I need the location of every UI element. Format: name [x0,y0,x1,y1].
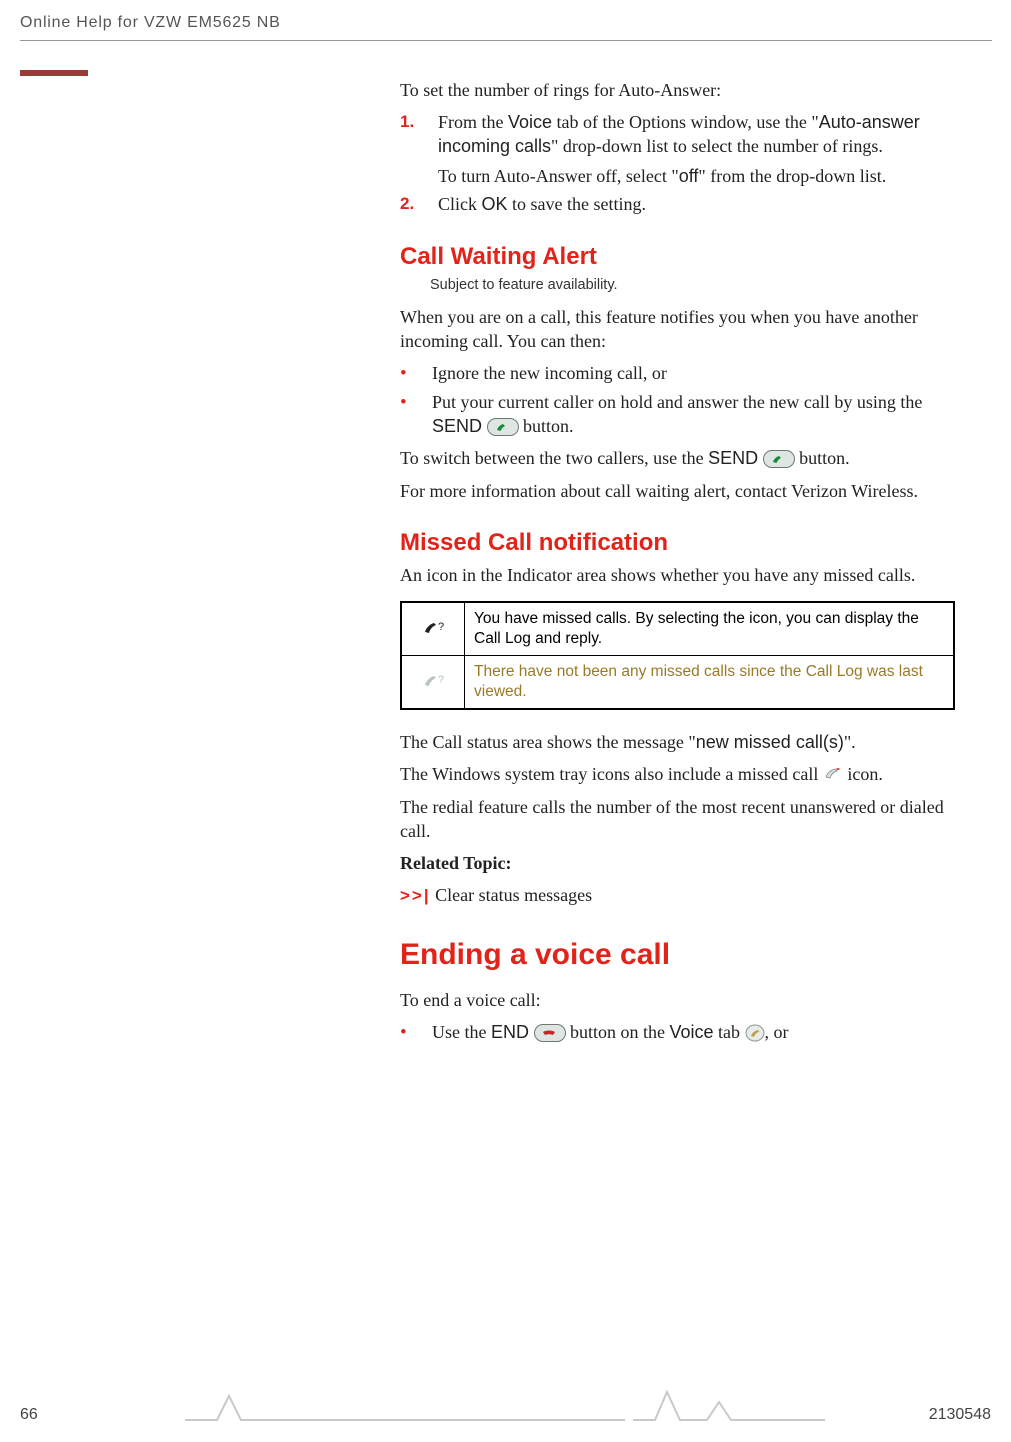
end-b1b: button on the [566,1022,670,1042]
mc-para-1: An icon in the Indicator area shows whet… [400,563,970,587]
doc-number: 2130548 [929,1406,991,1424]
end-para-1: To end a voice call: [400,988,970,1012]
left-accent-bar [20,70,88,76]
cw-bullet-2b: button. [519,416,574,436]
missed-call-dim-icon: ? [411,672,455,692]
end-bullet-1: • Use the END button on the Voice tab , … [400,1020,970,1045]
call-waiting-subnote: Subject to feature availability. [430,277,970,293]
step-1-text-a: From the [438,112,508,132]
step-2-number: 2. [400,192,438,216]
link-arrow-icon: >>| [400,886,431,905]
bullet-icon: • [400,1020,432,1045]
related-link[interactable]: >>| Clear status messages [400,883,970,908]
mc-para-3: The Windows system tray icons also inclu… [400,762,970,786]
cw-bullet-2: • Put your current caller on hold and an… [400,390,970,438]
bullet-icon: • [400,390,432,438]
page-number: 66 [20,1406,38,1424]
main-content: To set the number of rings for Auto-Answ… [400,78,970,1053]
step-1-indent-b: " from the drop-down list. [698,166,886,186]
send-label: SEND [432,416,482,436]
ending-call-heading: Ending a voice call [400,938,970,972]
cw-p2b: button. [795,448,850,468]
voice-tab-icon [745,1022,765,1042]
send-button-icon [763,450,795,468]
tray-missed-call-icon [823,764,843,784]
end-button-icon [534,1024,566,1042]
mc-p3a: The Windows system tray icons also inclu… [400,764,823,784]
end-label: END [491,1022,529,1042]
svg-text:?: ? [438,674,444,686]
send-label-2: SEND [708,448,758,468]
call-waiting-heading: Call Waiting Alert [400,243,970,271]
new-missed-label: new missed call(s) [696,732,844,752]
voice-label-2: Voice [670,1022,714,1042]
step-1-number: 1. [400,110,438,188]
off-label: off [679,166,699,186]
step-1: 1. From the Voice tab of the Options win… [400,110,970,188]
step-1-text-b: tab of the Options window, use the " [552,112,819,132]
cw-bullet-1: •Ignore the new incoming call, or [400,361,970,386]
step-2-text-a: Click [438,194,482,214]
voice-label: Voice [508,112,552,132]
footer-wave-art [185,1384,825,1432]
mc-para-2: The Call status area shows the message "… [400,730,970,754]
step-1-indent-a: To turn Auto-Answer off, select " [438,166,679,186]
mc-p2b: ". [844,732,856,752]
cw-para-3: For more information about call waiting … [400,479,970,503]
mc-p3b: icon. [843,764,883,784]
table-row: ? You have missed calls. By selecting th… [401,602,954,656]
cw-para-1: When you are on a call, this feature not… [400,305,970,353]
send-button-icon [487,418,519,436]
step-2: 2. Click OK to save the setting. [400,192,970,216]
missed-call-heading: Missed Call notification [400,529,970,557]
ok-label: OK [482,194,508,214]
cw-para-2: To switch between the two callers, use t… [400,446,970,470]
header-title: Online Help for VZW EM5625 NB [20,14,281,32]
cw-bullet-1-text: Ignore the new incoming call, or [432,361,667,386]
step-2-text-b: to save the setting. [508,194,646,214]
cw-bullet-2a: Put your current caller on hold and answ… [432,392,922,412]
bullet-icon: • [400,361,432,386]
end-b1d: , or [765,1022,789,1042]
missed-call-icon-table: ? You have missed calls. By selecting th… [400,601,955,711]
step-1-text-c: " drop-down list to select the number of… [551,136,883,156]
header-rule [20,40,992,41]
mc-p2a: The Call status area shows the message " [400,732,696,752]
mc-row1-text: You have missed calls. By selecting the … [465,602,955,656]
missed-call-dark-icon: ? [411,619,455,639]
table-row: ? There have not been any missed calls s… [401,656,954,710]
svg-text:?: ? [438,621,444,633]
cw-p2a: To switch between the two callers, use t… [400,448,708,468]
end-b1a: Use the [432,1022,491,1042]
related-topic-label: Related Topic: [400,851,970,875]
intro-text: To set the number of rings for Auto-Answ… [400,78,970,102]
mc-para-4: The redial feature calls the number of t… [400,795,970,843]
mc-row2-text: There have not been any missed calls sin… [465,656,955,710]
end-b1c: tab [714,1022,745,1042]
link-text: Clear status messages [431,885,592,905]
